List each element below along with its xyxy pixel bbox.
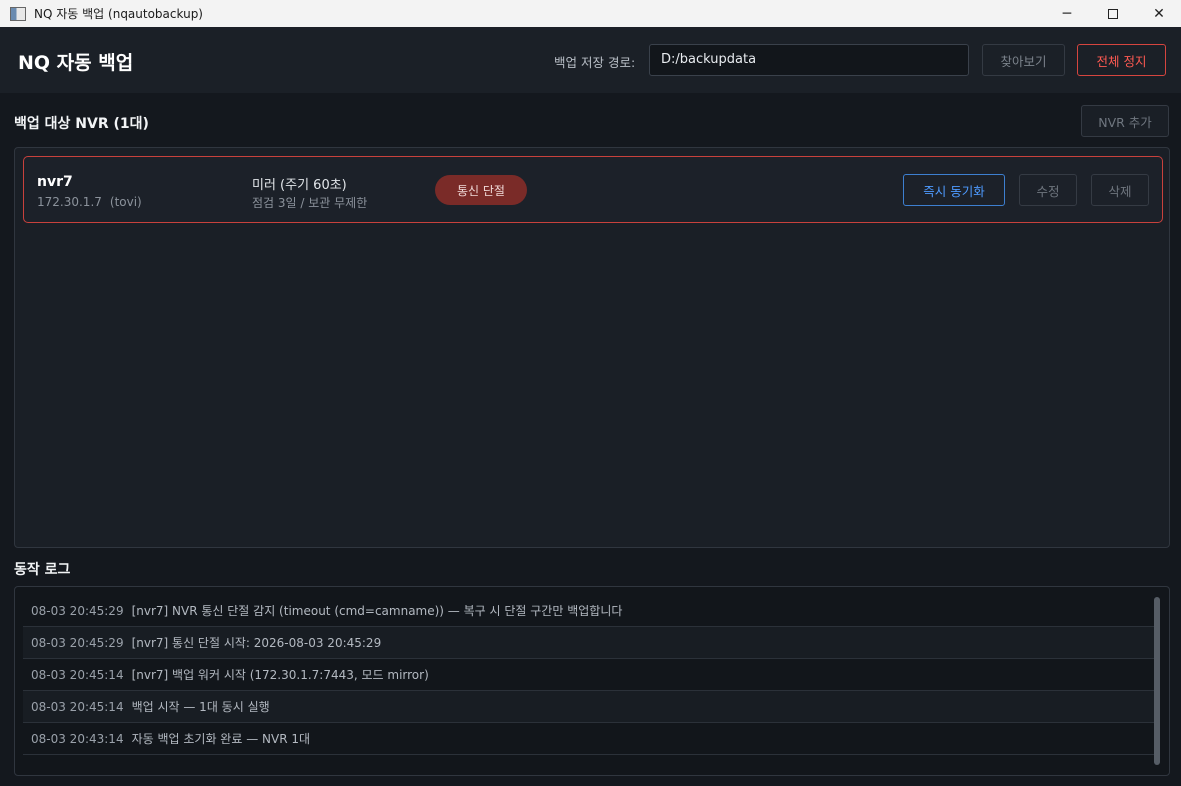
log-entry: 08-03 20:45:14 백업 시작 — 1대 동시 실행 bbox=[23, 691, 1155, 723]
nvr-user: (tovi) bbox=[109, 195, 142, 209]
backup-path-label: 백업 저장 경로: bbox=[554, 55, 636, 70]
nvr-name: nvr7 bbox=[37, 174, 73, 190]
nvr-schedule: 점검 3일 / 보관 무제한 bbox=[252, 196, 368, 210]
log-message: [nvr7] 백업 워커 시작 (172.30.1.7:7443, 모드 mir… bbox=[131, 668, 429, 682]
log-timestamp: 08-03 20:45:29 bbox=[31, 604, 124, 618]
log-panel: 08-03 20:45:29 [nvr7] NVR 통신 단절 감지 (timeo… bbox=[14, 586, 1170, 776]
log-section-title: 동작 로그 bbox=[14, 562, 71, 578]
log-message: [nvr7] NVR 통신 단절 감지 (timeout (cmd=camnam… bbox=[131, 604, 623, 618]
close-button[interactable]: ✕ bbox=[1136, 0, 1181, 27]
delete-nvr-button[interactable]: 삭제 bbox=[1091, 174, 1149, 206]
backup-path-input[interactable]: D:/backupdata bbox=[649, 44, 969, 76]
minimize-button[interactable]: ─ bbox=[1044, 0, 1090, 27]
log-entry: 08-03 20:45:29 [nvr7] 통신 단절 시작: 2026-08-0… bbox=[23, 627, 1155, 659]
log-timestamp: 08-03 20:43:14 bbox=[31, 732, 124, 746]
nvr-section-title: 백업 대상 NVR (1대) bbox=[14, 116, 149, 132]
log-entry: 08-03 20:45:29 [nvr7] NVR 통신 단절 감지 (timeo… bbox=[23, 595, 1155, 627]
log-message: [nvr7] 통신 단절 시작: 2026-08-03 20:45:29 bbox=[131, 636, 382, 650]
nvr-address: 172.30.1.7 (tovi) bbox=[37, 195, 150, 209]
app-header: NQ 자동 백업 백업 저장 경로: D:/backupdata 찾아보기 전체… bbox=[0, 27, 1181, 93]
app-window-icon bbox=[10, 6, 26, 21]
add-nvr-button[interactable]: NVR 추가 bbox=[1081, 105, 1169, 137]
close-icon: ✕ bbox=[1153, 5, 1165, 22]
nvr-ip: 172.30.1.7 bbox=[37, 195, 102, 209]
browse-button[interactable]: 찾아보기 bbox=[982, 44, 1065, 76]
minimize-icon: ─ bbox=[1062, 5, 1072, 22]
maximize-icon bbox=[1108, 8, 1118, 19]
nvr-list-panel: nvr7 172.30.1.7 (tovi) 미러 (주기 60초) 점검 3일 … bbox=[14, 147, 1170, 548]
maximize-button[interactable] bbox=[1090, 0, 1136, 27]
window-titlebar: NQ 자동 백업 (nqautobackup) bbox=[0, 0, 1181, 27]
log-message: 자동 백업 초기화 완료 — NVR 1대 bbox=[131, 732, 311, 746]
sync-now-button[interactable]: 즉시 동기화 bbox=[903, 174, 1005, 206]
log-entry: 08-03 20:45:14 [nvr7] 백업 워커 시작 (172.30.1.… bbox=[23, 659, 1155, 691]
window-title: NQ 자동 백업 (nqautobackup) bbox=[34, 7, 203, 21]
log-scrollbar[interactable] bbox=[1154, 597, 1160, 765]
log-timestamp: 08-03 20:45:14 bbox=[31, 668, 124, 682]
stop-all-button[interactable]: 전체 정지 bbox=[1077, 44, 1166, 76]
app-title: NQ 자동 백업 bbox=[18, 52, 134, 74]
edit-nvr-button[interactable]: 수정 bbox=[1019, 174, 1077, 206]
log-message: 백업 시작 — 1대 동시 실행 bbox=[131, 700, 270, 714]
nvr-card[interactable]: nvr7 172.30.1.7 (tovi) 미러 (주기 60초) 점검 3일 … bbox=[23, 156, 1163, 223]
log-timestamp: 08-03 20:45:29 bbox=[31, 636, 124, 650]
log-timestamp: 08-03 20:45:14 bbox=[31, 700, 124, 714]
status-badge: 통신 단절 bbox=[435, 175, 527, 205]
nvr-backup-mode: 미러 (주기 60초) bbox=[252, 178, 347, 193]
log-entry: 08-03 20:43:14 자동 백업 초기화 완료 — NVR 1대 bbox=[23, 723, 1155, 755]
